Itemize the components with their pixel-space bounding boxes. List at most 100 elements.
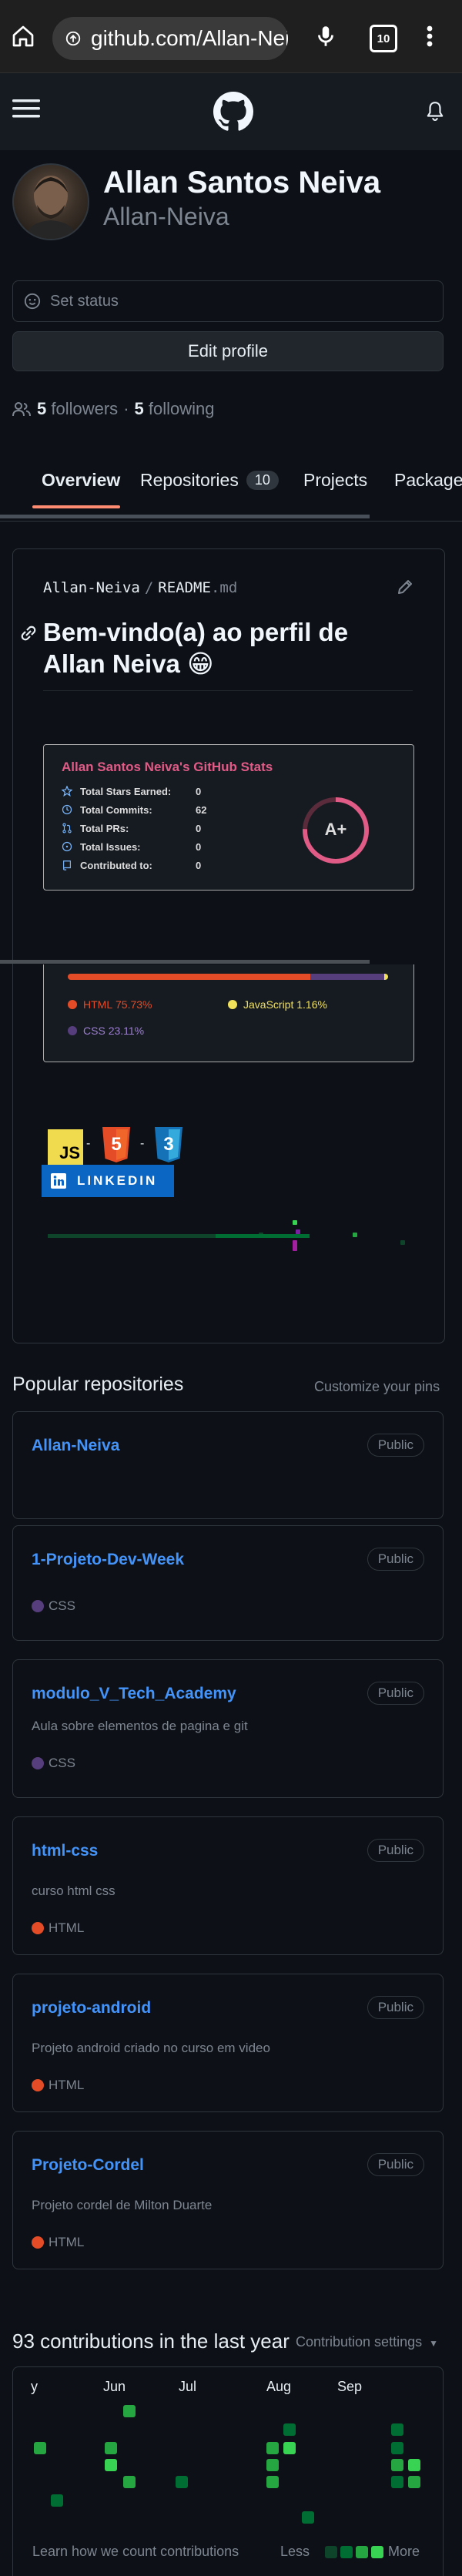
contribution-cell[interactable] <box>176 2476 188 2488</box>
repo-card: Allan-Neiva Public <box>12 1411 444 1519</box>
repo-language-name: HTML <box>49 2235 85 2249</box>
stats-card-title: Allan Santos Neiva's GitHub Stats <box>62 760 273 774</box>
readme-path-user[interactable]: Allan-Neiva <box>43 579 140 596</box>
repo-name-link[interactable]: Projeto-Cordel <box>32 2156 144 2175</box>
edit-pencil-icon[interactable] <box>396 578 414 596</box>
contribution-cell[interactable] <box>391 2459 403 2471</box>
repo-card: projeto-android Public Projeto android c… <box>12 1974 444 2112</box>
stat-value: 0 <box>196 822 202 834</box>
linkedin-badge[interactable]: LINKEDIN <box>42 1165 174 1197</box>
tab-projects[interactable]: Projects <box>303 459 367 501</box>
avatar[interactable] <box>12 163 89 240</box>
contributions-title: 93 contributions in the last year <box>12 2329 290 2353</box>
github-header <box>0 73 462 150</box>
repo-description: Projeto cordel de Milton Duarte <box>32 2198 213 2212</box>
customize-pins-link[interactable]: Customize your pins <box>314 1379 440 1395</box>
following-link[interactable]: 5 following <box>135 399 215 419</box>
repo-visibility-badge: Public <box>367 1548 424 1571</box>
address-bar[interactable]: github.com/Allan-Nei <box>52 17 288 60</box>
home-icon[interactable] <box>11 24 35 49</box>
edit-profile-button[interactable]: Edit profile <box>12 331 444 371</box>
stat-label: Total Commits: <box>80 803 152 816</box>
css3-logo-text: 3 <box>163 1134 174 1155</box>
contribution-settings-dropdown[interactable]: Contribution settings ▼ <box>296 2334 438 2350</box>
site-info-icon[interactable] <box>65 30 82 47</box>
contribution-cell[interactable] <box>266 2476 279 2488</box>
language-css-name: CSS <box>83 1025 105 1037</box>
readme-horizontal-scrollbar[interactable] <box>0 960 370 964</box>
set-status-button[interactable]: Set status <box>12 280 444 322</box>
stat-label: Contributed to: <box>80 859 152 871</box>
repo-visibility-badge: Public <box>367 1996 424 2019</box>
microphone-icon[interactable] <box>313 23 339 49</box>
stat-row-issues: Total Issues: 0 <box>62 838 201 855</box>
contribution-cell[interactable] <box>105 2459 117 2471</box>
contribution-cell[interactable] <box>283 2442 296 2454</box>
contribution-cell[interactable] <box>34 2442 46 2454</box>
stat-value: 0 <box>196 840 202 853</box>
repo-language-name: CSS <box>49 1756 75 1770</box>
repo-card: modulo_V_Tech_Academy Public Aula sobre … <box>12 1659 444 1798</box>
repo-card: 1-Projeto-Dev-Week Public CSS <box>12 1525 444 1641</box>
repo-card: Projeto-Cordel Public Projeto cordel de … <box>12 2131 444 2269</box>
repo-name-link[interactable]: html-css <box>32 1842 98 1860</box>
month-label: Jun <box>103 2379 126 2394</box>
repo-language-name: CSS <box>49 1598 75 1613</box>
tab-repositories[interactable]: Repositories 10 <box>140 459 279 501</box>
repo-name-link[interactable]: 1-Projeto-Dev-Week <box>32 1551 184 1569</box>
tab-repositories-label: Repositories <box>140 469 239 490</box>
tab-overview[interactable]: Overview <box>42 459 120 501</box>
contribution-cell[interactable] <box>391 2423 403 2436</box>
contribution-cell[interactable] <box>51 2494 63 2507</box>
github-logo-icon[interactable] <box>213 92 253 132</box>
language-javascript-percent: 1.16% <box>296 998 327 1011</box>
language-html: HTML 75.73% <box>68 998 152 1011</box>
language-dot <box>32 1922 44 1934</box>
contribution-cell[interactable] <box>391 2476 403 2488</box>
repo-name-link[interactable]: modulo_V_Tech_Academy <box>32 1685 236 1703</box>
language-dot <box>228 1000 237 1009</box>
anchor-link-icon[interactable] <box>18 626 38 641</box>
tab-switcher-button[interactable]: 10 <box>370 25 397 52</box>
contribution-cell[interactable] <box>123 2476 136 2488</box>
snake-track-highlight <box>216 1234 310 1238</box>
repo-name-link[interactable]: projeto-android <box>32 1999 151 2018</box>
set-status-label: Set status <box>50 292 119 310</box>
profile-username: Allan-Neiva <box>103 203 229 230</box>
contribution-cell[interactable] <box>302 2511 314 2524</box>
language-dot <box>32 1757 44 1769</box>
hamburger-menu-icon[interactable] <box>12 96 40 121</box>
html5-logo-icon: 5 <box>100 1126 132 1163</box>
followers-link[interactable]: 5 followers <box>37 399 118 419</box>
url-text: github.com/Allan-Nei <box>91 26 288 50</box>
legend-level-3 <box>356 2545 369 2558</box>
legend-less: Less <box>280 2544 310 2559</box>
stat-label: Total PRs: <box>80 822 129 834</box>
contribution-cell[interactable] <box>123 2405 136 2417</box>
stat-value: 0 <box>196 785 202 797</box>
tabs-scrollbar[interactable] <box>0 515 370 518</box>
contribution-cell[interactable] <box>266 2442 279 2454</box>
snake-cell <box>293 1220 297 1225</box>
contribution-cell[interactable] <box>266 2459 279 2471</box>
contribution-cell[interactable] <box>408 2476 420 2488</box>
repo-name-link[interactable]: Allan-Neiva <box>32 1437 119 1455</box>
contribution-cell[interactable] <box>391 2442 403 2454</box>
learn-contributions-link[interactable]: Learn how we count contributions <box>32 2544 239 2560</box>
more-options-icon[interactable] <box>422 23 437 49</box>
contribution-cell[interactable] <box>283 2423 296 2436</box>
repo-visibility-badge: Public <box>367 2153 424 2176</box>
contribution-cell[interactable] <box>408 2459 420 2471</box>
stats-grade: A+ <box>324 820 347 839</box>
notifications-bell-icon[interactable] <box>425 99 445 122</box>
legend-level-4 <box>371 2545 384 2558</box>
readme-path: Allan-Neiva / README.md <box>43 579 237 596</box>
contribution-cell[interactable] <box>105 2442 117 2454</box>
stat-label: Total Issues: <box>80 840 141 853</box>
repo-visibility-badge: Public <box>367 1682 424 1705</box>
tab-packages[interactable]: Packages <box>394 459 462 501</box>
month-label: Aug <box>266 2379 292 2394</box>
language-bar-css <box>310 974 385 980</box>
popular-repositories-title: Popular repositories <box>12 1374 184 1395</box>
profile-full-name: Allan Santos Neiva <box>103 166 381 200</box>
